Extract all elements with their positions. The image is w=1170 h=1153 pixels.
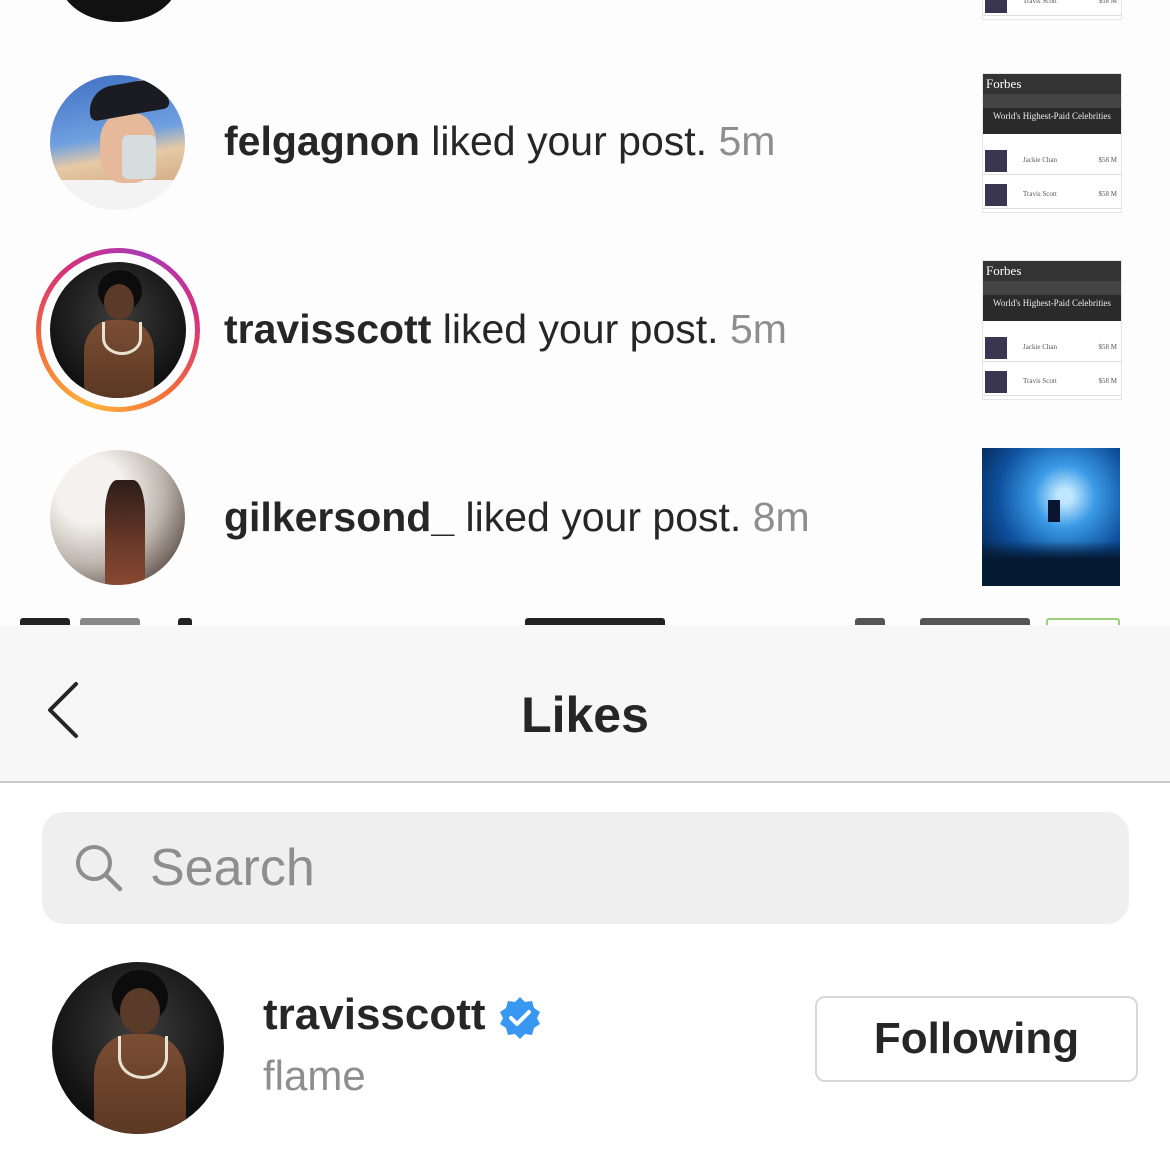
avatar[interactable] [52, 962, 224, 1134]
avatar[interactable] [50, 450, 185, 585]
page-title: Likes [521, 687, 649, 743]
activity-action: liked your post. [465, 494, 742, 540]
activity-action: liked your post. [442, 306, 719, 352]
avatar[interactable] [50, 262, 186, 398]
activity-panel: Travis Scott $58 M felgagnon liked your p… [0, 0, 1170, 625]
activity-username[interactable]: gilkersond_ [224, 494, 454, 540]
activity-text: travisscott liked your post. 5m [224, 306, 787, 353]
activity-time: 5m [718, 118, 776, 164]
post-thumbnail[interactable]: Travis Scott $58 M [982, 0, 1122, 20]
activity-username[interactable]: travisscott [224, 306, 431, 352]
verified-badge-icon [500, 997, 540, 1039]
following-button[interactable]: Following [815, 996, 1138, 1082]
avatar[interactable] [60, 0, 178, 22]
search-input[interactable] [148, 832, 1052, 904]
activity-username[interactable]: felgagnon [224, 118, 420, 164]
thumbnail-headline: World's Highest-Paid Celebrities [983, 295, 1121, 321]
search-icon [76, 845, 123, 892]
activity-text: felgagnon liked your post. 5m [224, 118, 775, 165]
activity-text: gilkersond_ liked your post. 8m [224, 494, 810, 541]
avatar[interactable] [50, 75, 185, 210]
post-thumbnail[interactable] [982, 448, 1120, 586]
liker-full-name: flame [263, 1052, 366, 1099]
activity-action: liked your post. [431, 118, 708, 164]
activity-time: 8m [752, 494, 810, 540]
post-thumbnail[interactable]: Forbes World's Highest-Paid Celebrities … [982, 73, 1122, 213]
liker-username[interactable]: travisscott [263, 990, 486, 1040]
thumbnail-headline: World's Highest-Paid Celebrities [983, 108, 1121, 134]
activity-time: 5m [729, 306, 787, 352]
thumbnail-brand: Forbes [983, 261, 1121, 281]
thumbnail-brand: Forbes [983, 74, 1121, 94]
post-thumbnail[interactable]: Forbes World's Highest-Paid Celebrities … [982, 260, 1122, 400]
